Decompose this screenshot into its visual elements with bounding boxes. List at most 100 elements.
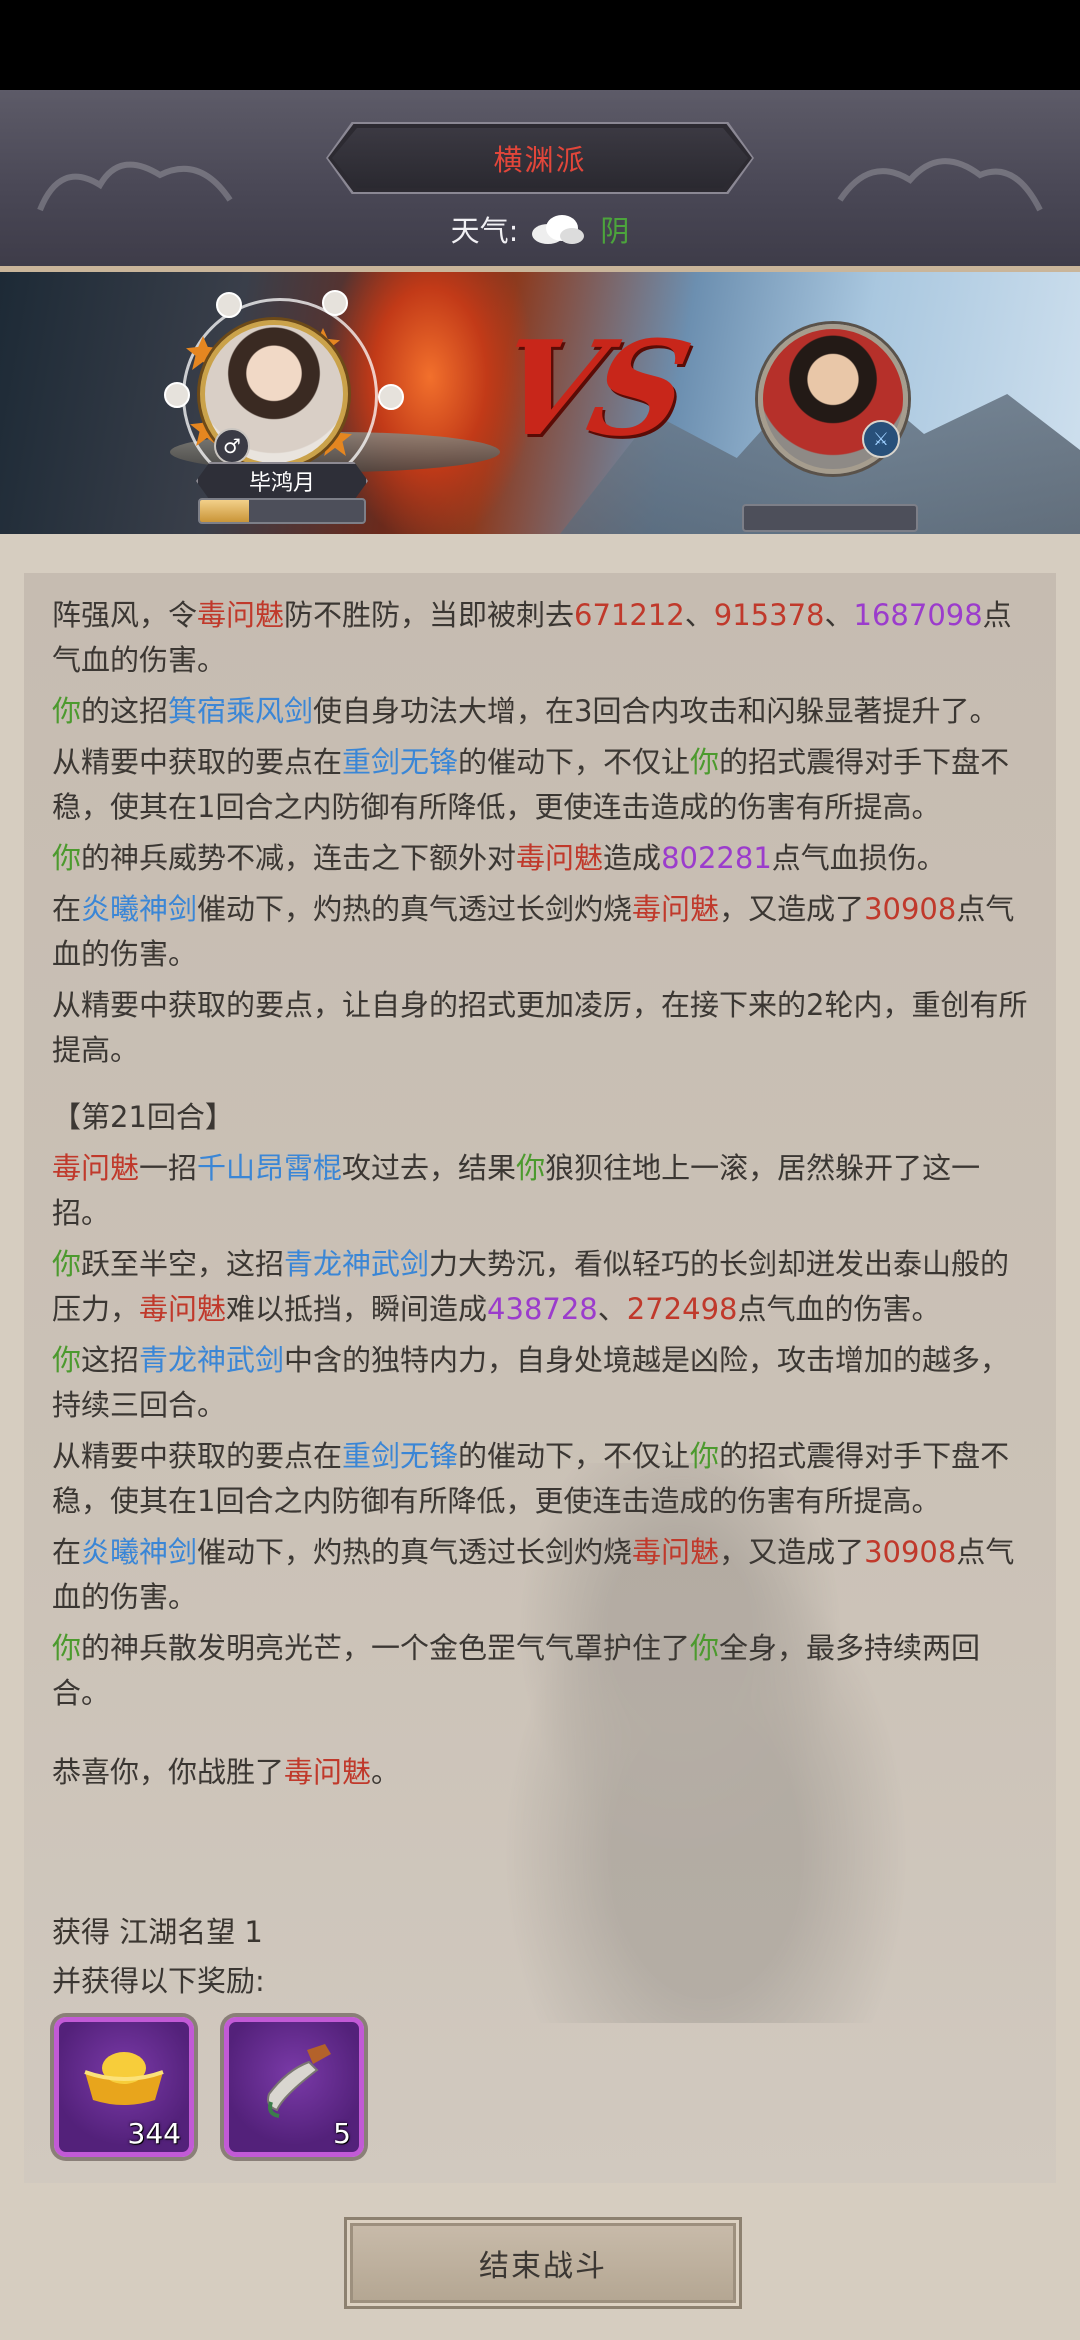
log-text-segment: 毒问魅 xyxy=(197,598,285,632)
log-text-segment: 从精要中获取的要点在 xyxy=(52,745,343,779)
log-text-segment: 的神兵散发明亮光芒，一个金色罡气气罩护住了 xyxy=(81,1631,691,1665)
log-text-segment: 30908 xyxy=(864,1535,957,1569)
end-battle-label: 结束战斗 xyxy=(479,2249,607,2284)
log-text-segment: 、 xyxy=(824,598,854,632)
enemy-hp-bar xyxy=(742,504,918,532)
log-text-segment: 在 xyxy=(52,892,82,926)
log-text-segment: 炎曦神剑 xyxy=(81,892,198,926)
log-text-segment: 的神兵威势不减，连击之下额外对 xyxy=(81,841,517,875)
log-text-segment: 毒问魅 xyxy=(139,1292,227,1326)
log-text-segment: 从精要中获取的要点，让自身的招式更加凌厉，在接下来的2轮内，重创有所提高。 xyxy=(52,988,1028,1067)
log-text-segment: 、 xyxy=(684,598,714,632)
log-text-segment: ，又造成了 xyxy=(719,892,865,926)
log-line: 从精要中获取的要点，让自身的招式更加凌厉，在接下来的2轮内，重创有所提高。 xyxy=(52,983,1038,1073)
log-text-segment: 这招 xyxy=(81,1343,140,1377)
weather-label: 天气: xyxy=(450,214,519,248)
log-text-segment: 915378 xyxy=(713,598,825,632)
log-text-segment: 青龙神武剑 xyxy=(284,1247,430,1281)
log-text-segment: 你 xyxy=(52,694,82,728)
sword-class-icon: ⚔ xyxy=(862,420,900,458)
reward-count: 344 xyxy=(127,2117,181,2150)
log-text-segment: 催动下，灼热的真气透过长剑灼烧 xyxy=(197,892,633,926)
player-name-plate: 毕鸿月 xyxy=(196,462,368,500)
log-text-segment: 438728 xyxy=(487,1292,598,1326)
log-text-segment: 毒问魅 xyxy=(52,1151,140,1185)
victory-message: 恭喜你，你战胜了毒问魅。 xyxy=(52,1750,1038,1795)
header: 横渊派 天气: 阴 xyxy=(0,90,1080,272)
log-line: 在炎曦神剑催动下，灼热的真气透过长剑灼烧毒问魅，又造成了30908点气血的伤害。 xyxy=(52,1530,1038,1620)
log-line: 在炎曦神剑催动下，灼热的真气透过长剑灼烧毒问魅，又造成了30908点气血的伤害。 xyxy=(52,887,1038,977)
log-text-segment: 毒问魅 xyxy=(632,892,720,926)
log-text-segment: 点气血的伤害。 xyxy=(737,1292,941,1326)
log-line: 你的这招箕宿乘风剑使自身功法大增，在3回合内攻击和闪躲显著提升了。 xyxy=(52,689,1038,734)
vs-label: VS xyxy=(483,312,696,465)
weather-value: 阴 xyxy=(600,214,630,248)
log-text-segment: 箕宿乘风剑 xyxy=(168,694,314,728)
log-text-segment: 防不胜防，当即被刺去 xyxy=(284,598,575,632)
log-text-segment: 难以抵挡，瞬间造成 xyxy=(226,1292,488,1326)
reward-item-slot[interactable]: 5 xyxy=(224,2017,364,2157)
log-text-segment: 攻过去，结果 xyxy=(342,1151,517,1185)
log-text-segment: 催动下，灼热的真气透过长剑灼烧 xyxy=(197,1535,633,1569)
title-plate: 横渊派 xyxy=(328,124,752,192)
skill-orb-icon xyxy=(322,290,348,316)
log-text-segment: 一招 xyxy=(139,1151,198,1185)
log-text-segment: 你 xyxy=(516,1151,546,1185)
round-header: 【第21回合】 xyxy=(52,1100,234,1134)
log-text-segment: 重剑无锋 xyxy=(342,1439,459,1473)
log-text-segment: 802281 xyxy=(661,841,772,875)
log-text-segment: 造成 xyxy=(603,841,662,875)
log-text-segment: 1687098 xyxy=(853,598,983,632)
log-text-segment: 的催动下，不仅让 xyxy=(458,1439,691,1473)
log-text-segment: ，又造成了 xyxy=(719,1535,865,1569)
log-text-segment: 你 xyxy=(690,745,720,779)
log-text-segment: 青龙神武剑 xyxy=(139,1343,285,1377)
dagger-icon xyxy=(267,2044,331,2118)
log-text-segment: 恭喜你，你战胜了 xyxy=(52,1755,285,1789)
log-text-segment: 、 xyxy=(597,1292,627,1326)
log-text-segment: 你 xyxy=(52,1343,82,1377)
male-gender-icon: ♂ xyxy=(214,428,250,464)
log-text-segment: 点气血损伤。 xyxy=(771,841,946,875)
sect-title: 横渊派 xyxy=(493,143,587,177)
log-text-segment: 272498 xyxy=(626,1292,738,1326)
cloudy-weather-icon xyxy=(532,215,585,244)
log-text-segment: 。 xyxy=(371,1755,401,1789)
player-name: 毕鸿月 xyxy=(248,471,315,496)
log-text-segment: 的这招 xyxy=(81,694,169,728)
log-text-segment: 使自身功法大增，在3回合内攻击和闪躲显著提升了。 xyxy=(313,694,999,728)
log-text-segment: 你 xyxy=(690,1631,720,1665)
end-battle-button[interactable]: 结束战斗 xyxy=(344,2217,742,2309)
log-text-segment: 炎曦神剑 xyxy=(81,1535,198,1569)
log-text-segment: 阵强风，令 xyxy=(52,598,198,632)
log-text-segment: 毒问魅 xyxy=(284,1755,372,1789)
status-bar xyxy=(0,0,1080,90)
weather-row: 天气: 阴 xyxy=(0,208,1080,250)
log-text-segment: 从精要中获取的要点在 xyxy=(52,1439,343,1473)
round-entries: 毒问魅一招千山昂霄棍攻过去，结果你狼狈往地上一滚，居然躲开了这一招。 你跃至半空，… xyxy=(52,1146,1038,1716)
log-line: 阵强风，令毒问魅防不胜防，当即被刺去671212、915378、1687098点… xyxy=(52,593,1038,683)
log-text-segment: 你 xyxy=(690,1439,720,1473)
log-line: 你这招青龙神武剑中含的独特内力，自身处境越是凶险，攻击增加的越多，持续三回合。 xyxy=(52,1338,1038,1428)
log-text-segment: 跃至半空，这招 xyxy=(81,1247,285,1281)
log-text-segment: 毒问魅 xyxy=(516,841,604,875)
reward-item-slot[interactable]: 344 xyxy=(54,2017,194,2157)
log-text-segment: 千山昂霄棍 xyxy=(197,1151,343,1185)
log-text-segment: 你 xyxy=(52,1247,82,1281)
log-text-segment: 毒问魅 xyxy=(632,1535,720,1569)
skill-orb-icon xyxy=(378,384,404,410)
reputation-reward: 获得 江湖名望 1 xyxy=(52,1915,263,1949)
log-entries: 阵强风，令毒问魅防不胜防，当即被刺去671212、915378、1687098点… xyxy=(52,593,1038,1073)
log-line: 你的神兵散发明亮光芒，一个金色罡气气罩护住了你全身，最多持续两回合。 xyxy=(52,1626,1038,1716)
battle-banner: VS ♂ 毕鸿月 ⚔ xyxy=(0,272,1080,534)
log-text-segment: 的催动下，不仅让 xyxy=(458,745,691,779)
battle-log-panel[interactable]: 阵强风，令毒问魅防不胜防，当即被刺去671212、915378、1687098点… xyxy=(24,573,1056,2183)
log-text-segment: 重剑无锋 xyxy=(342,745,459,779)
skill-orb-icon xyxy=(164,382,190,408)
log-line: 你跃至半空，这招青龙神武剑力大势沉，看似轻巧的长剑却迸发出泰山般的压力，毒问魅难… xyxy=(52,1242,1038,1332)
reward-count: 5 xyxy=(333,2117,351,2150)
log-text-segment: 30908 xyxy=(864,892,957,926)
player-hp-bar xyxy=(198,498,366,524)
log-text-segment: 在 xyxy=(52,1535,82,1569)
log-text-segment: 671212 xyxy=(574,598,685,632)
